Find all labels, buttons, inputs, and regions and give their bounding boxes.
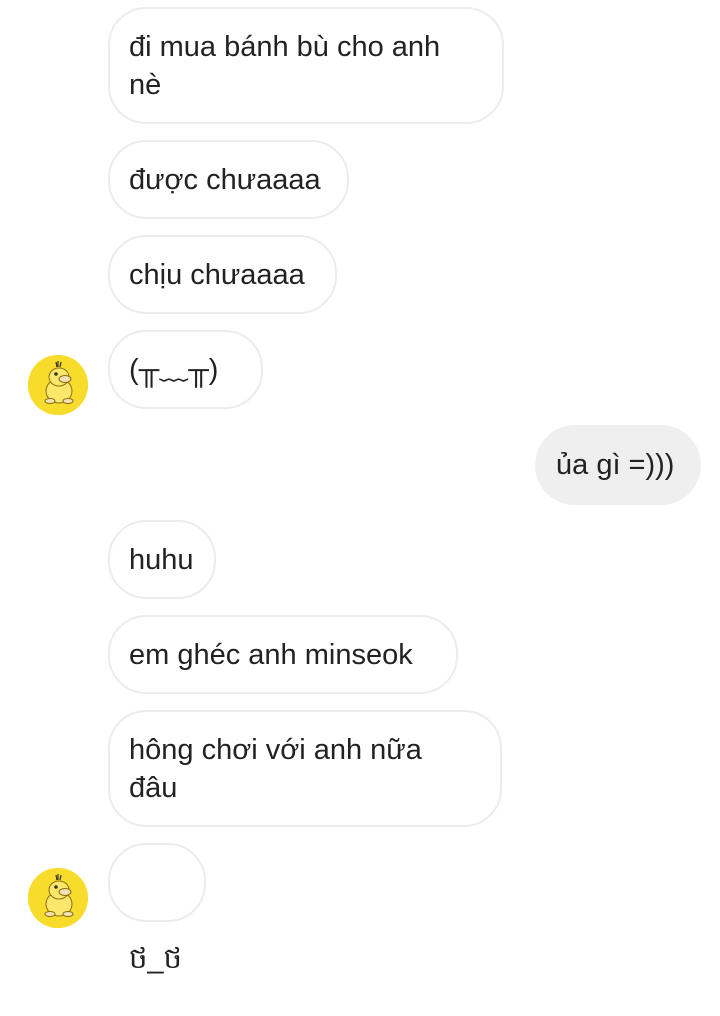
chat-thread[interactable]: đi mua bánh bù cho anh nè được chưaaaa c… — [0, 0, 720, 975]
message-bubble-incoming[interactable]: (╥﹏╥) — [108, 330, 263, 409]
avatar[interactable] — [28, 868, 88, 928]
message-bubble-incoming[interactable]: hông chơi với anh nữa đâu — [108, 710, 502, 827]
message-bubble-incoming[interactable]: được chưaaaa — [108, 140, 349, 219]
psyduck-avatar-icon — [28, 868, 88, 928]
message-text: ថ_ថ — [129, 943, 182, 975]
message-bubble-incoming[interactable]: huhu — [108, 520, 216, 599]
psyduck-avatar-icon — [28, 355, 88, 415]
message-bubble-incoming[interactable]: đi mua bánh bù cho anh nè — [108, 7, 504, 124]
message-bubble-incoming[interactable]: em ghéc anh minseok — [108, 615, 458, 694]
message-bubble-incoming[interactable]: chịu chưaaaa — [108, 235, 337, 314]
message-bubble-incoming[interactable]: ថ_ថ — [108, 843, 206, 975]
message-bubble-outgoing[interactable]: ủa gì =))) — [535, 425, 701, 505]
avatar[interactable] — [28, 355, 88, 415]
